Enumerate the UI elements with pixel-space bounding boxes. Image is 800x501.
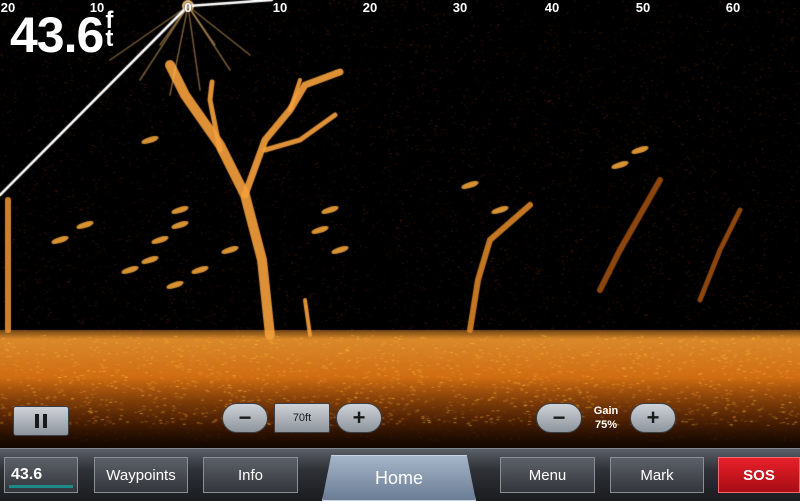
sos-button[interactable]: SOS (718, 457, 800, 493)
scale-label: 0 (184, 0, 192, 15)
menu-button[interactable]: Menu (500, 457, 595, 493)
range-decrease-button[interactable]: − (222, 403, 268, 433)
scale-label: 40 (544, 0, 560, 15)
gain-value: 75% (594, 419, 618, 431)
range-increase-button[interactable]: + (336, 403, 382, 433)
gain-readout: Gain 75% (586, 404, 626, 432)
info-button[interactable]: Info (203, 457, 298, 493)
waypoints-button[interactable]: Waypoints (94, 457, 188, 493)
depth-value: 43.6 (10, 7, 104, 63)
range-value[interactable]: 70ft (274, 403, 330, 433)
bottom-toolbar: 43.6 Waypoints Info Home Menu Mark SOS (0, 448, 800, 501)
depth-readout: 43.6 ft (10, 8, 117, 62)
gain-decrease-button[interactable]: − (536, 403, 582, 433)
depth-gauge-button[interactable]: 43.6 (4, 457, 78, 493)
pause-button[interactable] (13, 406, 69, 436)
scale-label: 10 (272, 0, 288, 15)
scale-label: 60 (725, 0, 741, 15)
sonar-image[interactable] (0, 0, 800, 448)
gain-label: Gain (593, 405, 619, 417)
depth-unit: ft (105, 7, 114, 52)
pause-icon (35, 414, 47, 428)
scale-label: 50 (635, 0, 651, 15)
scale-label: 20 (362, 0, 378, 15)
gain-increase-button[interactable]: + (630, 403, 676, 433)
home-button[interactable]: Home (322, 455, 476, 501)
mark-button[interactable]: Mark (610, 457, 704, 493)
scale-label: 30 (452, 0, 468, 15)
